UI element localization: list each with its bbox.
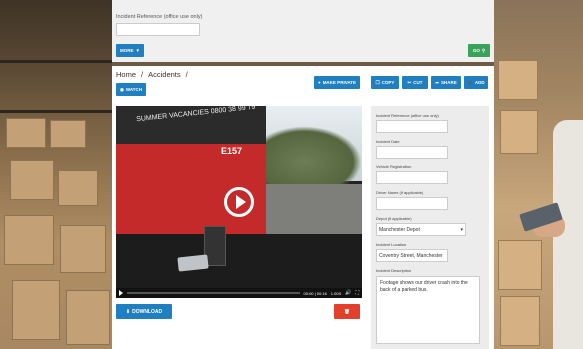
trash-icon: 🗑: [344, 308, 350, 314]
share-button[interactable]: ➦ SHARE: [431, 76, 461, 89]
watch-label: WATCH: [125, 87, 143, 92]
chevron-down-icon: ▾: [460, 227, 463, 233]
make-private-button[interactable]: ● MAKE PRIVATE: [314, 76, 360, 89]
play-icon[interactable]: [119, 290, 123, 296]
plus-icon: ➕: [467, 79, 473, 85]
scissors-icon: ✂: [407, 79, 412, 85]
go-label: GO: [472, 48, 480, 53]
driver-name-input[interactable]: [376, 197, 448, 210]
incident-date-label: Incident Date: [376, 139, 400, 144]
more-label: MORE: [120, 48, 134, 53]
fullscreen-icon[interactable]: ⛶: [355, 290, 359, 296]
play-icon: [235, 195, 246, 209]
breadcrumb-accidents[interactable]: Accidents: [148, 70, 181, 79]
time-display: 00:00 | 00:16: [303, 290, 327, 296]
progress-bar[interactable]: [127, 292, 300, 294]
incident-date-input[interactable]: [376, 146, 448, 159]
download-label: DOWNLOAD: [132, 308, 163, 315]
vehicle-registration-input[interactable]: [376, 171, 448, 184]
depot-label: Depot (if applicable): [376, 216, 412, 221]
copy-button[interactable]: ❐ COPY: [371, 76, 399, 89]
lock-icon: ●: [317, 80, 321, 85]
share-label: SHARE: [441, 80, 457, 85]
search-icon: ⚲: [481, 47, 486, 53]
breadcrumb-home[interactable]: Home: [116, 70, 136, 79]
volume-icon[interactable]: 🔊: [345, 290, 351, 296]
vehicle-registration-label: Vehicle Registration: [376, 164, 412, 169]
cut-label: CUT: [413, 80, 423, 85]
make-private-label: MAKE PRIVATE: [322, 80, 357, 85]
download-button[interactable]: ⬇ DOWNLOAD: [116, 304, 172, 319]
more-button[interactable]: MORE ▼: [116, 44, 144, 57]
depot-selected-value: Manchester Depot: [379, 227, 420, 233]
delete-button[interactable]: 🗑: [334, 304, 360, 319]
copy-label: COPY: [381, 80, 395, 85]
video-controls: 00:00 | 00:16 1.00X 🔊 ⛶: [116, 288, 362, 298]
share-icon: ➦: [435, 79, 439, 85]
chevron-down-icon: ▼: [135, 48, 140, 53]
warehouse-right: [494, 0, 583, 349]
reference-label: Incident Reference (office use only): [116, 14, 203, 20]
breadcrumb-separator: /: [141, 70, 144, 79]
incident-form: Incident Reference (office use only) Inc…: [371, 106, 489, 349]
watch-button[interactable]: ◉ WATCH: [116, 83, 146, 96]
play-overlay-button[interactable]: [224, 187, 254, 217]
reference-search-panel: Incident Reference (office use only) MOR…: [112, 0, 494, 62]
bus-number: E157: [221, 146, 243, 156]
depot-select[interactable]: Manchester Depot ▾: [376, 223, 466, 236]
breadcrumb: Home / Accidents /: [116, 70, 188, 79]
add-button[interactable]: ➕ ADD: [464, 76, 488, 89]
incident-panel: Home / Accidents / ◉ WATCH ● MAKE PRIVAT…: [112, 66, 494, 349]
form-ref-label: Incident Reference (office use only): [376, 113, 439, 118]
incident-location-input[interactable]: Coventry Street, Manchester: [376, 249, 448, 262]
breadcrumb-separator: /: [185, 70, 188, 79]
warehouse-left: [0, 0, 112, 349]
reference-input[interactable]: [116, 23, 200, 36]
copy-icon: ❐: [375, 79, 380, 85]
cut-button[interactable]: ✂ CUT: [402, 76, 428, 89]
playback-speed[interactable]: 1.00X: [331, 291, 341, 296]
incident-location-label: Incident Location: [376, 242, 407, 247]
video-player[interactable]: SUMMER VACANCIES 0800 38 99 79 E157 00:0…: [116, 106, 362, 298]
driver-name-label: Driver Name (if applicable): [376, 190, 424, 195]
form-ref-input[interactable]: [376, 120, 448, 133]
add-label: ADD: [474, 80, 485, 85]
incident-description-textarea[interactable]: Footage shows our driver crash into the …: [376, 276, 480, 344]
go-button[interactable]: GO ⚲: [468, 44, 490, 57]
incident-description-label: Incident Description: [376, 268, 412, 273]
download-icon: ⬇: [125, 308, 131, 315]
eye-icon: ◉: [119, 86, 124, 92]
